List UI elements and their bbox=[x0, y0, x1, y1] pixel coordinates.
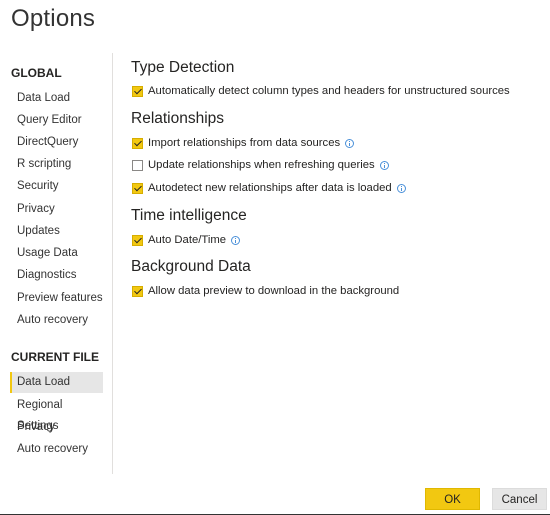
options-sidebar: GLOBAL Data Load Query Editor DirectQuer… bbox=[0, 0, 113, 473]
background-preview-checkbox[interactable] bbox=[132, 285, 143, 297]
info-icon[interactable] bbox=[379, 160, 389, 170]
sidebar-item-current-auto-recovery[interactable]: Auto recovery bbox=[10, 439, 103, 460]
auto-detect-types-label: Automatically detect column types and he… bbox=[148, 85, 510, 97]
auto-detect-types-checkbox[interactable] bbox=[132, 85, 143, 97]
global-section-heading: GLOBAL bbox=[11, 66, 62, 80]
background-data-heading: Background Data bbox=[131, 258, 251, 275]
options-content: Type Detection Automatically detect colu… bbox=[131, 0, 546, 470]
sidebar-item-current-data-load[interactable]: Data Load bbox=[10, 372, 103, 393]
time-intelligence-heading: Time intelligence bbox=[131, 207, 247, 224]
auto-date-time-option: Auto Date/Time bbox=[132, 233, 241, 247]
info-icon[interactable] bbox=[396, 183, 406, 193]
sidebar-item-global-data-load[interactable]: Data Load bbox=[10, 88, 103, 109]
auto-detect-types-option: Automatically detect column types and he… bbox=[132, 84, 510, 98]
import-relationships-checkbox[interactable] bbox=[132, 137, 143, 149]
autodetect-relationships-checkbox[interactable] bbox=[132, 182, 143, 194]
sidebar-item-security[interactable]: Security bbox=[10, 176, 103, 197]
sidebar-item-current-privacy[interactable]: Privacy bbox=[10, 417, 103, 438]
sidebar-item-preview-features[interactable]: Preview features bbox=[10, 288, 103, 309]
sidebar-item-r-scripting[interactable]: R scripting bbox=[10, 154, 103, 175]
cancel-button[interactable]: Cancel bbox=[492, 488, 547, 510]
import-relationships-option: Import relationships from data sources bbox=[132, 136, 355, 150]
background-preview-option: Allow data preview to download in the ba… bbox=[132, 284, 399, 298]
autodetect-relationships-label: Autodetect new relationships after data … bbox=[148, 182, 392, 194]
sidebar-divider bbox=[112, 53, 113, 474]
sidebar-item-global-auto-recovery[interactable]: Auto recovery bbox=[10, 310, 103, 331]
sidebar-item-query-editor[interactable]: Query Editor bbox=[10, 110, 103, 131]
sidebar-item-updates[interactable]: Updates bbox=[10, 221, 103, 242]
type-detection-heading: Type Detection bbox=[131, 59, 235, 76]
import-relationships-label: Import relationships from data sources bbox=[148, 137, 341, 149]
background-preview-label: Allow data preview to download in the ba… bbox=[148, 285, 400, 297]
info-icon[interactable] bbox=[231, 235, 241, 245]
auto-date-time-label: Auto Date/Time bbox=[148, 234, 227, 246]
relationships-heading: Relationships bbox=[131, 110, 225, 127]
current-file-section-heading: CURRENT FILE bbox=[11, 350, 99, 364]
autodetect-relationships-option: Autodetect new relationships after data … bbox=[132, 181, 406, 195]
auto-date-time-checkbox[interactable] bbox=[132, 234, 143, 246]
sidebar-item-regional-settings[interactable]: Regional Settings bbox=[10, 395, 103, 432]
update-relationships-label: Update relationships when refreshing que… bbox=[148, 159, 375, 171]
ok-button[interactable]: OK bbox=[425, 488, 480, 510]
update-relationships-option: Update relationships when refreshing que… bbox=[132, 158, 389, 172]
update-relationships-checkbox[interactable] bbox=[132, 159, 143, 171]
sidebar-item-usage-data[interactable]: Usage Data bbox=[10, 243, 103, 264]
sidebar-item-global-privacy[interactable]: Privacy bbox=[10, 199, 103, 220]
sidebar-item-directquery[interactable]: DirectQuery bbox=[10, 132, 103, 153]
info-icon[interactable] bbox=[345, 138, 355, 148]
sidebar-item-diagnostics[interactable]: Diagnostics bbox=[10, 265, 103, 286]
